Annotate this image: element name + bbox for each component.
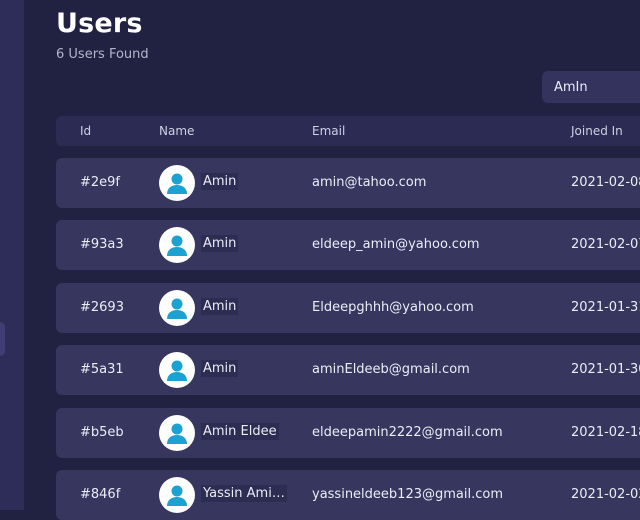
user-joined-date: 2021-02-08 bbox=[571, 175, 640, 190]
column-header-email[interactable]: Email bbox=[312, 124, 345, 138]
user-name: Amin Eldee bbox=[201, 423, 279, 440]
user-joined-date: 2021-02-02 bbox=[571, 487, 640, 502]
sidebar-active-tab[interactable] bbox=[0, 322, 5, 356]
user-avatar-icon bbox=[159, 352, 195, 388]
table-row[interactable]: #93a3 Amin eldeep_amin@yahoo.com 2021-02… bbox=[56, 220, 640, 270]
user-email: Eldeepghhh@yahoo.com bbox=[312, 300, 474, 315]
user-email: eldeepamin2222@gmail.com bbox=[312, 425, 503, 440]
user-name: Amin bbox=[201, 173, 239, 190]
user-avatar-icon bbox=[159, 227, 195, 263]
column-header-id[interactable]: Id bbox=[80, 124, 91, 138]
user-joined-date: 2021-01-30 bbox=[571, 362, 640, 377]
user-name: Amin bbox=[201, 235, 239, 252]
table-row[interactable]: #5a31 Amin aminEldeeb@gmail.com 2021-01-… bbox=[56, 345, 640, 395]
user-email: eldeep_amin@yahoo.com bbox=[312, 237, 480, 252]
user-joined-date: 2021-02-07 bbox=[571, 237, 640, 252]
table-row[interactable]: #b5eb Amin Eldee eldeepamin2222@gmail.co… bbox=[56, 408, 640, 458]
user-joined-date: 2021-01-31 bbox=[571, 300, 640, 315]
user-id: #b5eb bbox=[80, 425, 124, 440]
page-title: Users bbox=[56, 8, 143, 39]
column-header-joined[interactable]: Joined In bbox=[571, 124, 623, 138]
table-row[interactable]: #2e9f Amin amin@tahoo.com 2021-02-08 bbox=[56, 158, 640, 208]
table-row[interactable]: #2693 Amin Eldeepghhh@yahoo.com 2021-01-… bbox=[56, 283, 640, 333]
user-id: #5a31 bbox=[80, 362, 124, 377]
user-name: Amin bbox=[201, 298, 239, 315]
user-id: #2e9f bbox=[80, 175, 121, 190]
users-count: 6 Users Found bbox=[56, 47, 149, 62]
user-name: Yassin Ami… bbox=[201, 485, 287, 502]
user-name: Amin bbox=[201, 360, 239, 377]
table-header: Id Name Email Joined In bbox=[56, 116, 640, 146]
user-id: #93a3 bbox=[80, 237, 124, 252]
user-joined-date: 2021-02-18 bbox=[571, 425, 640, 440]
user-id: #846f bbox=[80, 487, 121, 502]
user-id: #2693 bbox=[80, 300, 124, 315]
sidebar bbox=[0, 0, 24, 510]
user-email: yassineldeeb123@gmail.com bbox=[312, 487, 503, 502]
user-avatar-icon bbox=[159, 290, 195, 326]
column-header-name[interactable]: Name bbox=[159, 124, 194, 138]
user-avatar-icon bbox=[159, 415, 195, 451]
user-email: aminEldeeb@gmail.com bbox=[312, 362, 470, 377]
table-row[interactable]: #846f Yassin Ami… yassineldeeb123@gmail.… bbox=[56, 470, 640, 520]
user-avatar-icon bbox=[159, 165, 195, 201]
user-email: amin@tahoo.com bbox=[312, 175, 427, 190]
user-avatar-icon bbox=[159, 477, 195, 513]
search-input[interactable] bbox=[542, 71, 640, 103]
